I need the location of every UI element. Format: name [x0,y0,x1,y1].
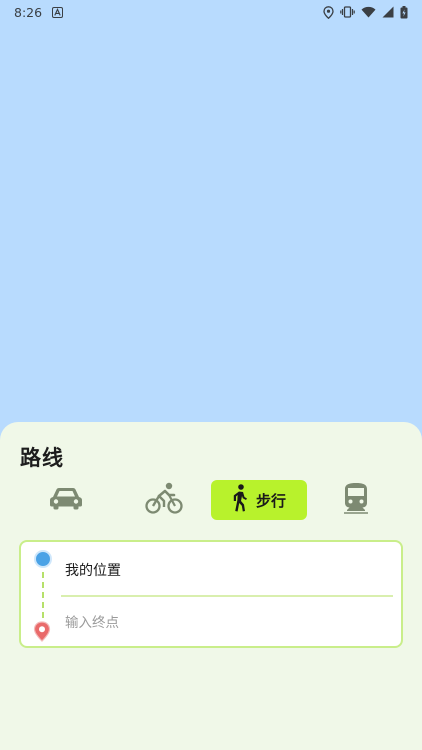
status-bar: 8:26 [0,0,422,24]
mode-transit-button[interactable] [334,480,378,520]
route-sheet: 路线 步行 我的位置 输入终点 [0,422,422,750]
status-time: 8:26 [14,4,43,20]
destination-pin-icon [33,621,51,646]
status-left: 8:26 [14,4,64,20]
map-area[interactable] [0,24,422,424]
mode-bike-button[interactable] [140,480,188,520]
notification-a-icon [52,6,64,18]
bicycle-icon [145,482,183,518]
route-input-card: 我的位置 [19,540,403,648]
walk-icon [232,484,248,516]
mode-walk-label: 步行 [255,491,286,510]
train-icon [343,482,369,518]
mode-car-button[interactable] [44,480,88,520]
start-location-field[interactable]: 我的位置 [65,560,121,580]
status-right [323,5,408,19]
route-dashed-connector [42,572,44,618]
destination-input[interactable] [65,608,385,638]
transport-mode-selector: 步行 [20,480,402,522]
start-location-dot-icon [34,550,52,568]
sheet-title: 路线 [20,446,64,470]
vibrate-icon [340,6,355,18]
mode-walk-button[interactable]: 步行 [211,480,307,520]
battery-icon [400,5,408,19]
location-icon [323,5,334,19]
wifi-icon [361,6,376,18]
route-divider [61,595,393,597]
signal-icon [382,6,394,18]
car-icon [49,486,83,514]
